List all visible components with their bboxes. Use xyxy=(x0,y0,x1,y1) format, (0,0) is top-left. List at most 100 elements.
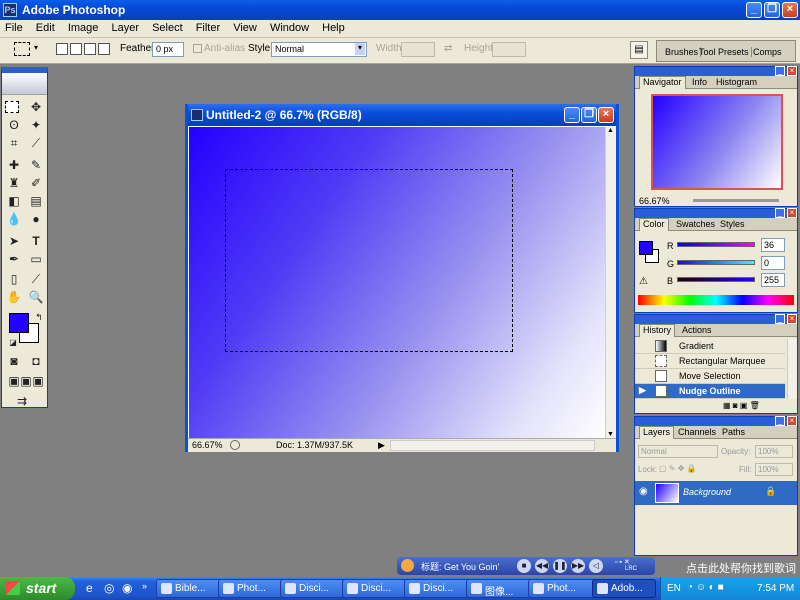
tab-paths[interactable]: Paths xyxy=(719,427,748,437)
menu-layer[interactable]: Layer xyxy=(106,20,144,34)
rectangular-marquee-tool-icon[interactable] xyxy=(5,101,19,113)
tab-navigator[interactable]: Navigator xyxy=(639,76,686,89)
default-colors-icon[interactable]: ◪ xyxy=(4,335,22,351)
prev-icon[interactable]: ◀◀ xyxy=(535,559,549,573)
stop-icon[interactable]: ■ xyxy=(517,559,531,573)
language-indicator[interactable]: EN xyxy=(667,583,681,594)
quicklaunch-more-icon[interactable]: » xyxy=(142,581,147,591)
menu-help[interactable]: Help xyxy=(317,20,350,34)
clock[interactable]: 7:54 PM xyxy=(757,583,794,594)
task-button[interactable]: Phot... xyxy=(528,579,598,598)
navigator-zoom[interactable]: 66.67% xyxy=(639,196,670,206)
navigator-preview[interactable] xyxy=(651,94,783,190)
antialias-checkbox[interactable] xyxy=(193,44,202,53)
selection-marquee[interactable] xyxy=(225,169,513,352)
tab-styles[interactable]: Styles xyxy=(717,219,748,229)
marquee-tool-preset-icon[interactable] xyxy=(14,42,30,56)
screen-mode-full-icon[interactable]: ▣ xyxy=(29,373,47,389)
new-selection-icon[interactable] xyxy=(56,43,68,55)
history-item[interactable]: Move Selection xyxy=(635,369,785,384)
tray-icons[interactable]: ◔ ☺ ◐ ■ xyxy=(687,582,724,593)
history-item[interactable]: Gradient xyxy=(635,339,785,354)
menu-file[interactable]: File xyxy=(0,20,28,34)
task-button[interactable]: 图像... xyxy=(466,579,536,598)
jump-to-imageready-icon[interactable]: ⇉ xyxy=(5,393,39,409)
next-icon[interactable]: ▶▶ xyxy=(571,559,585,573)
history-minimize-button[interactable]: _ xyxy=(775,314,785,324)
scroll-up-icon[interactable]: ▲ xyxy=(607,127,614,134)
gamut-warning-icon[interactable]: ⚠ xyxy=(639,276,648,287)
history-close-button[interactable]: × xyxy=(787,314,797,324)
standard-mode-icon[interactable]: ◙ xyxy=(5,353,23,369)
slice-tool-icon[interactable]: ⟋ xyxy=(27,135,45,151)
navigator-minimize-button[interactable]: _ xyxy=(775,66,785,76)
history-scrollbar[interactable] xyxy=(787,339,797,399)
tab-actions[interactable]: Actions xyxy=(679,325,715,335)
task-button-active[interactable]: Adob... xyxy=(592,579,656,598)
quick-mask-mode-icon[interactable]: ◘ xyxy=(27,353,45,369)
tab-channels[interactable]: Channels xyxy=(675,427,719,437)
r-input[interactable]: 36 xyxy=(761,238,785,252)
quicklaunch-ie-icon[interactable]: e xyxy=(86,581,93,595)
task-button[interactable]: Disci... xyxy=(280,579,350,598)
color-fg-swatch[interactable] xyxy=(639,241,653,255)
brushes-tab[interactable]: Brushes xyxy=(663,47,702,57)
quicklaunch-media-icon[interactable]: ◉ xyxy=(122,581,132,595)
swap-dimensions-icon[interactable]: ⇄ xyxy=(444,43,452,54)
style-select[interactable]: Normal ▾ xyxy=(271,42,367,57)
pause-icon[interactable]: ❚❚ xyxy=(553,559,567,573)
layers-minimize-button[interactable]: _ xyxy=(775,416,785,426)
g-input[interactable]: 0 xyxy=(761,256,785,270)
history-item[interactable]: Rectangular Marquee xyxy=(635,354,785,369)
layers-close-button[interactable]: × xyxy=(787,416,797,426)
layer-row-background[interactable]: ◉ Background 🔒 xyxy=(635,481,797,505)
color-close-button[interactable]: × xyxy=(787,208,797,218)
navigator-close-button[interactable]: × xyxy=(787,66,797,76)
swap-colors-icon[interactable]: ↰ xyxy=(30,309,48,325)
file-browser-icon[interactable]: ▤ xyxy=(630,41,648,59)
notes-tool-icon[interactable]: ▯ xyxy=(5,271,23,287)
close-button[interactable]: × xyxy=(782,2,798,18)
visibility-eye-icon[interactable]: ◉ xyxy=(639,486,648,497)
width-input[interactable] xyxy=(401,42,435,57)
tab-info[interactable]: Info xyxy=(689,77,710,87)
fill-input[interactable]: 100% xyxy=(755,463,793,476)
vertical-scrollbar[interactable]: ▲ ▼ xyxy=(605,127,616,438)
healing-brush-tool-icon[interactable]: ✚ xyxy=(5,157,23,173)
task-button[interactable]: Bible... xyxy=(156,579,226,598)
blur-tool-icon[interactable]: 💧 xyxy=(5,211,23,227)
maximize-button[interactable]: ❐ xyxy=(764,2,780,18)
menu-window[interactable]: Window xyxy=(265,20,314,34)
color-ramp[interactable] xyxy=(638,295,794,305)
history-footer-icons[interactable]: ▦ ◙ ▣ 🗑 xyxy=(723,401,760,410)
color-minimize-button[interactable]: _ xyxy=(775,208,785,218)
canvas[interactable] xyxy=(189,127,605,438)
doc-close-button[interactable]: × xyxy=(598,107,614,123)
shape-tool-icon[interactable]: ▭ xyxy=(27,251,45,267)
tool-presets-tab[interactable]: Tool Presets xyxy=(697,47,752,57)
task-button[interactable]: Disci... xyxy=(404,579,474,598)
type-tool-icon[interactable]: T xyxy=(27,233,45,249)
doc-minimize-button[interactable]: _ xyxy=(564,107,580,123)
path-selection-tool-icon[interactable]: ➤ xyxy=(5,233,23,249)
start-button[interactable]: start xyxy=(0,577,75,600)
menu-filter[interactable]: Filter xyxy=(191,20,225,34)
tab-swatches[interactable]: Swatches xyxy=(673,219,718,229)
tab-histogram[interactable]: Histogram xyxy=(713,77,760,87)
history-brush-tool-icon[interactable]: ✐ xyxy=(27,175,45,191)
crop-tool-icon[interactable]: ⌗ xyxy=(5,135,23,151)
foreground-color-swatch[interactable] xyxy=(9,313,29,333)
g-slider[interactable] xyxy=(677,260,755,265)
lasso-tool-icon[interactable]: ʘ xyxy=(5,117,23,133)
task-button[interactable]: Disci... xyxy=(342,579,412,598)
height-input[interactable] xyxy=(492,42,526,57)
zoom-level[interactable]: 66.67% xyxy=(192,440,223,450)
scroll-down-icon[interactable]: ▼ xyxy=(607,431,614,438)
pen-tool-icon[interactable]: ✒ xyxy=(5,251,23,267)
dodge-tool-icon[interactable]: ● xyxy=(27,211,45,227)
player-mini-controls[interactable]: ▫ ▪ ✕ xyxy=(615,558,630,566)
blend-mode-select[interactable]: Normal xyxy=(638,445,718,458)
tab-history[interactable]: History xyxy=(639,324,676,337)
player-avatar-icon[interactable] xyxy=(401,559,414,572)
quicklaunch-icon[interactable]: ◎ xyxy=(104,581,114,595)
